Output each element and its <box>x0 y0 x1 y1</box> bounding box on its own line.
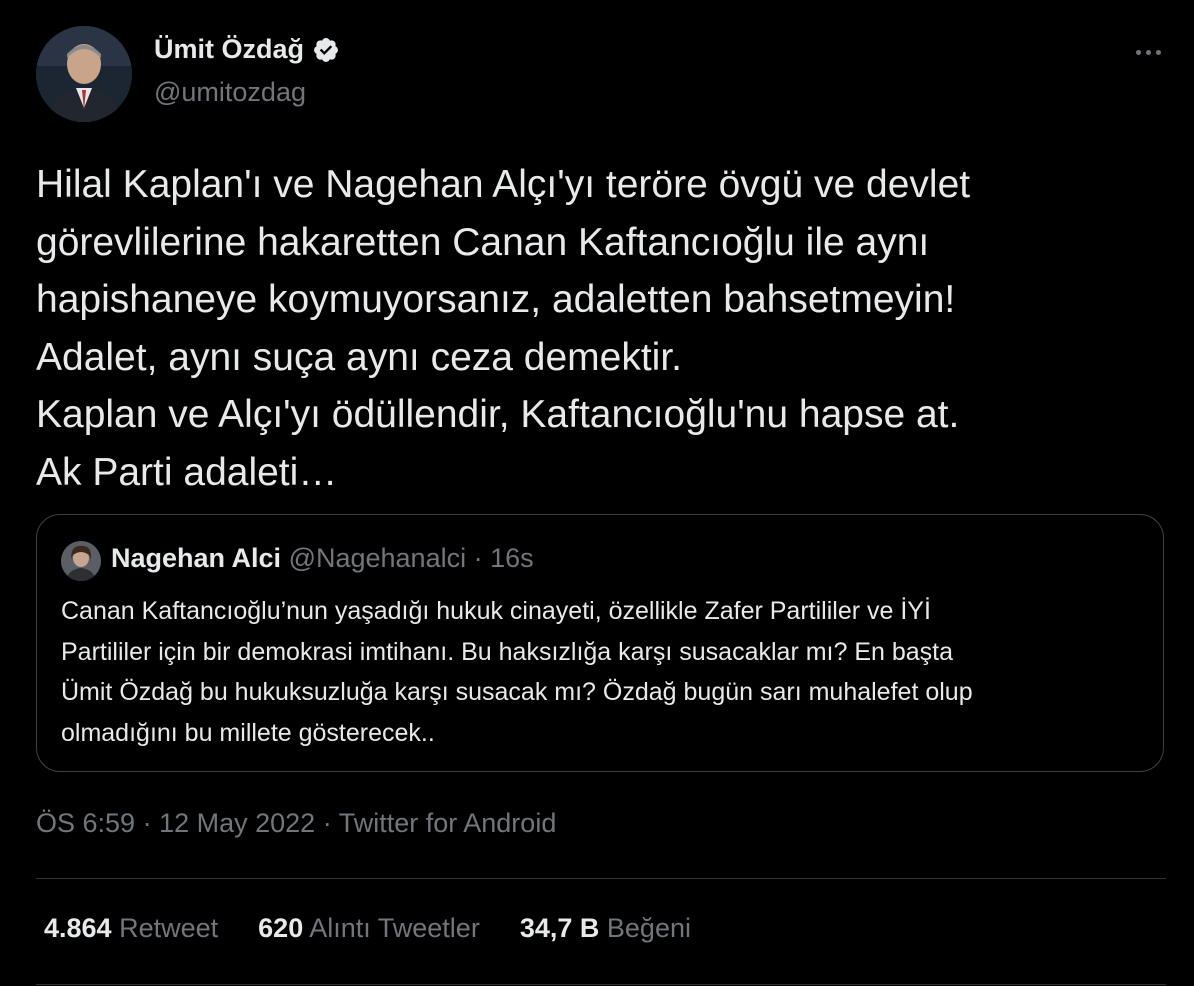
author-avatar[interactable] <box>36 26 132 122</box>
author-handle[interactable]: @umitozdag <box>154 77 306 108</box>
meta-separator: · <box>322 808 332 838</box>
quote-text-line: Canan Kaftancıoğlu’nun yaşadığı hukuk ci… <box>61 597 931 625</box>
tweet-date[interactable]: 12 May 2022 <box>159 808 315 838</box>
tweet-text-line: görevlilerine hakaretten Canan Kaftancıo… <box>36 220 930 264</box>
verified-badge-icon <box>312 36 340 64</box>
quote-text-line: Partililer için bir demokrasi imtihanı. … <box>61 637 954 666</box>
tweet-text-line: Ak Parti adaleti… <box>36 450 338 494</box>
retweets-stat[interactable]: 4.864 Retweet <box>44 913 218 944</box>
tweet-text-line: hapishaneye koymuyorsanız, adaletten bah… <box>36 278 956 321</box>
tweet-time[interactable]: ÖS 6:59 <box>36 808 135 838</box>
quote-text: Canan Kaftancıoğlu’nun yaşadığı hukuk ci… <box>61 591 1151 753</box>
divider <box>36 878 1166 879</box>
quote-text-line: Ümit Özdağ bu hukuksuzluğa karşı susacak… <box>61 678 973 706</box>
quote-tweets-count: 620 <box>258 913 304 943</box>
tweet-text-line: Hilal Kaplan'ı ve Nagehan Alçı'yı teröre… <box>36 163 971 206</box>
author-name-row[interactable]: Ümit Özdağ <box>154 34 340 65</box>
tweet-text-line: Adalet, aynı suça aynı ceza demektir. <box>36 335 683 379</box>
author-name[interactable]: Ümit Özdağ <box>154 34 304 65</box>
quote-author-name[interactable]: Nagehan Alci <box>111 543 281 573</box>
divider <box>36 984 1166 985</box>
author-avatar-image <box>36 26 132 122</box>
retweets-label: Retweet <box>119 913 219 943</box>
quote-text-line: olmadığını bu millete gösterecek.. <box>61 718 435 747</box>
likes-label: Beğeni <box>606 913 691 943</box>
tweet-meta: ÖS 6:59 · 12 May 2022 · Twitter for Andr… <box>36 808 556 839</box>
quote-tweets-stat[interactable]: 620 Alıntı Tweetler <box>258 913 480 944</box>
likes-stat[interactable]: 34,7 B Beğeni <box>520 913 691 944</box>
tweet-stats: 4.864 Retweet 620 Alıntı Tweetler 34,7 B… <box>44 913 691 944</box>
more-horizontal-icon[interactable] <box>1126 38 1170 66</box>
quoted-tweet-card[interactable]: Nagehan Alci @Nagehanalci · 16s Canan Ka… <box>36 514 1164 772</box>
quote-timestamp: 16s <box>490 543 534 573</box>
meta-separator: · <box>142 808 152 838</box>
tweet-text: Hilal Kaplan'ı ve Nagehan Alçı'yı teröre… <box>36 156 1176 501</box>
quote-tweets-label: Alıntı Tweetler <box>309 913 480 943</box>
quote-separator: · <box>473 543 483 573</box>
quote-author-handle: @Nagehanalci <box>288 543 467 573</box>
tweet-text-line: Kaplan ve Alçı'yı ödüllendir, Kaftancıoğ… <box>36 393 960 436</box>
likes-count: 34,7 B <box>519 913 600 943</box>
quote-header: Nagehan Alci @Nagehanalci · 16s <box>111 543 534 574</box>
tweet-source[interactable]: Twitter for Android <box>339 808 557 838</box>
quote-author-avatar <box>61 541 101 581</box>
retweets-count: 4.864 <box>44 913 112 943</box>
